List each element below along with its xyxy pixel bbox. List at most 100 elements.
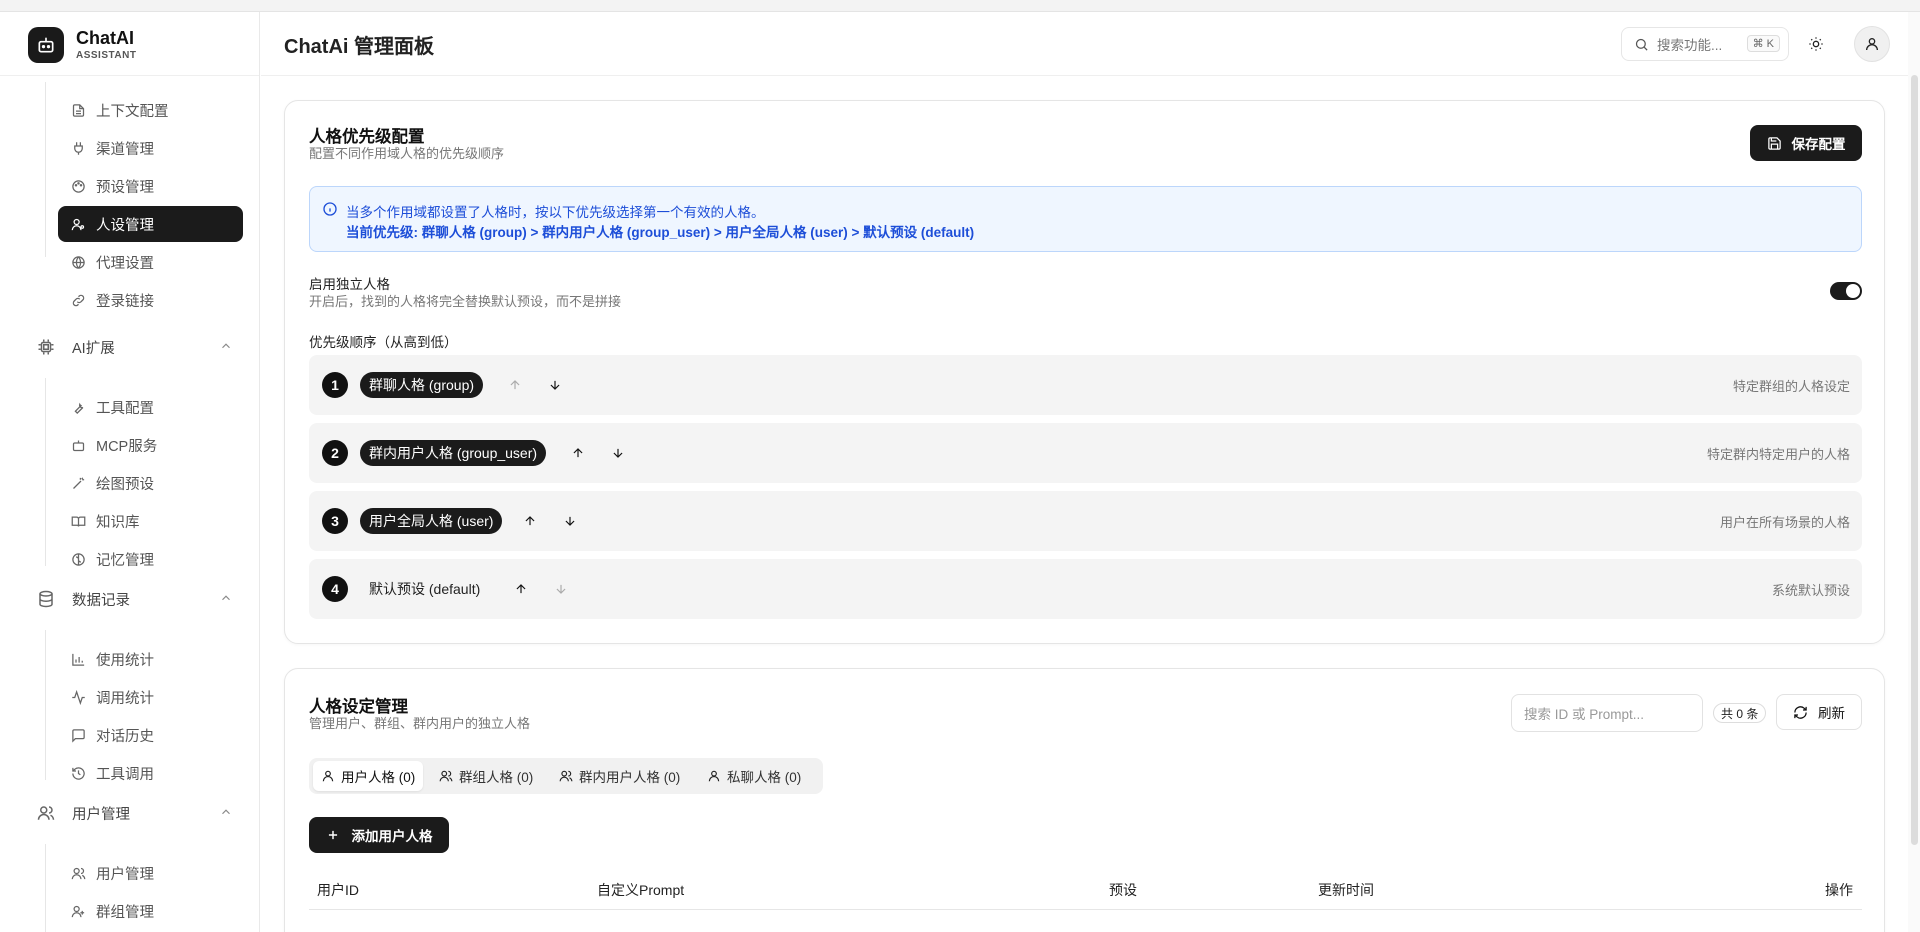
sidebar-item-label: 工具配置 bbox=[96, 400, 154, 417]
independent-persona-switch[interactable] bbox=[1830, 282, 1862, 300]
persona-search-input[interactable]: 搜索 ID 或 Prompt... bbox=[1511, 694, 1703, 732]
users-icon bbox=[559, 769, 573, 783]
tab-user-persona[interactable]: 用户人格 (0) bbox=[313, 761, 424, 791]
user-icon bbox=[321, 769, 335, 783]
bot-icon bbox=[70, 437, 86, 453]
card-description: 管理用户、群组、群内用户的独立人格 bbox=[309, 716, 531, 731]
arrow-down-icon bbox=[548, 378, 562, 392]
cpu-icon bbox=[30, 331, 62, 363]
search-placeholder: 搜索 ID 或 Prompt... bbox=[1524, 707, 1645, 722]
nav-guide-line bbox=[45, 82, 46, 257]
priority-hint: 特定群组的人格设定 bbox=[1732, 379, 1850, 394]
refresh-label: 刷新 bbox=[1818, 706, 1845, 721]
column-header-user-id: 用户ID bbox=[317, 882, 359, 898]
arrow-up-icon bbox=[514, 582, 528, 596]
users-icon bbox=[30, 797, 62, 829]
sidebar-item-context-config[interactable]: 上下文配置 bbox=[58, 92, 243, 128]
page-scrollbar-thumb[interactable] bbox=[1911, 75, 1918, 845]
move-up-button[interactable] bbox=[511, 579, 531, 599]
sidebar-group-label: 用户管理 bbox=[72, 806, 130, 823]
sidebar-item-groups[interactable]: 群组管理 bbox=[58, 893, 243, 929]
search-placeholder: 搜索功能... bbox=[1657, 38, 1723, 53]
priority-row: 3 用户全局人格 (user) 用户在所有场景的人格 bbox=[309, 491, 1862, 551]
sidebar-item-label: 人设管理 bbox=[96, 217, 154, 234]
sidebar-item-users[interactable]: 用户管理 bbox=[58, 855, 243, 891]
persona-tabs: 用户人格 (0) 群组人格 (0) 群内用户人格 (0) 私聊人格 (0) bbox=[309, 758, 823, 794]
column-header-actions: 操作 bbox=[1825, 882, 1853, 898]
nav-guide-line bbox=[45, 378, 46, 566]
move-down-button[interactable] bbox=[551, 579, 571, 599]
sidebar-item-tools[interactable]: 工具配置 bbox=[58, 389, 243, 425]
sidebar-item-memory[interactable]: 记忆管理 bbox=[58, 541, 243, 577]
sidebar-item-usage-stats[interactable]: 使用统计 bbox=[58, 641, 243, 677]
bar-chart-icon bbox=[70, 651, 86, 667]
sidebar-item-call-stats[interactable]: 调用统计 bbox=[58, 679, 243, 715]
save-icon bbox=[1767, 136, 1782, 151]
sidebar-item-persona[interactable]: 人设管理 bbox=[58, 206, 243, 242]
move-down-button[interactable] bbox=[560, 511, 580, 531]
user-avatar-button[interactable] bbox=[1854, 26, 1890, 62]
add-user-persona-button[interactable]: 添加用户人格 bbox=[309, 817, 449, 853]
column-header-updated: 更新时间 bbox=[1318, 882, 1374, 898]
tab-group-persona[interactable]: 群组人格 (0) bbox=[431, 761, 541, 791]
refresh-button[interactable]: 刷新 bbox=[1776, 694, 1862, 730]
sidebar-item-knowledge[interactable]: 知识库 bbox=[58, 503, 243, 539]
sidebar-item-chat-history[interactable]: 对话历史 bbox=[58, 717, 243, 753]
move-up-button[interactable] bbox=[568, 443, 588, 463]
palette-icon bbox=[70, 178, 86, 194]
info-icon bbox=[322, 201, 338, 220]
brand-name: ChatAI bbox=[76, 28, 134, 48]
sidebar-item-label: 渠道管理 bbox=[96, 141, 154, 158]
priority-scope-chip: 群聊人格 (group) bbox=[360, 372, 484, 398]
history-icon bbox=[70, 765, 86, 781]
sidebar: ChatAI ASSISTANT 上下文配置 渠道管理 预设管理 人设管理 代理… bbox=[0, 12, 260, 932]
save-config-button[interactable]: 保存配置 bbox=[1750, 125, 1862, 161]
sidebar-item-login-link[interactable]: 登录链接 bbox=[58, 282, 243, 318]
tab-label: 用户人格 (0) bbox=[341, 770, 416, 785]
sidebar-item-label: 对话历史 bbox=[96, 728, 154, 745]
user-persona-icon bbox=[70, 216, 86, 232]
priority-scope-chip: 用户全局人格 (user) bbox=[360, 508, 503, 534]
toggle-description: 开启后，找到的人格将完全替换默认预设，而不是拼接 bbox=[309, 294, 622, 309]
sidebar-item-mcp[interactable]: MCP服务 bbox=[58, 427, 243, 463]
sidebar-group-user-management[interactable]: 用户管理 bbox=[30, 795, 245, 831]
plus-icon bbox=[326, 828, 340, 842]
sidebar-item-label: 群组管理 bbox=[96, 904, 154, 921]
tab-private-persona[interactable]: 私聊人格 (0) bbox=[699, 761, 809, 791]
priority-number: 2 bbox=[322, 440, 348, 466]
users-icon bbox=[70, 865, 86, 881]
sidebar-group-ai-extension[interactable]: AI扩展 bbox=[30, 329, 245, 365]
move-up-button[interactable] bbox=[520, 511, 540, 531]
sidebar-item-label: 知识库 bbox=[96, 514, 140, 531]
arrow-up-icon bbox=[523, 514, 537, 528]
globe-icon bbox=[70, 254, 86, 270]
arrow-up-icon bbox=[571, 446, 585, 460]
sidebar-item-label: 上下文配置 bbox=[96, 103, 169, 120]
move-up-button[interactable] bbox=[505, 375, 525, 395]
chevron-up-icon bbox=[219, 591, 233, 609]
priority-scope-chip: 群内用户人格 (group_user) bbox=[360, 440, 547, 466]
sidebar-item-presets[interactable]: 预设管理 bbox=[58, 168, 243, 204]
top-header: ChatAi 管理面板 搜索功能... ⌘ K bbox=[261, 12, 1920, 76]
priority-hint: 系统默认预设 bbox=[1771, 583, 1850, 598]
priority-info-alert: 当多个作用域都设置了人格时，按以下优先级选择第一个有效的人格。 当前优先级: 群… bbox=[309, 186, 1862, 252]
sidebar-item-label: MCP服务 bbox=[96, 438, 158, 455]
move-down-button[interactable] bbox=[608, 443, 628, 463]
global-search-input[interactable]: 搜索功能... ⌘ K bbox=[1621, 27, 1789, 61]
info-line-1: 当多个作用域都设置了人格时，按以下优先级选择第一个有效的人格。 bbox=[346, 205, 765, 220]
sidebar-item-channels[interactable]: 渠道管理 bbox=[58, 130, 243, 166]
brand[interactable]: ChatAI ASSISTANT bbox=[28, 27, 136, 63]
sidebar-item-tool-calls[interactable]: 工具调用 bbox=[58, 755, 243, 791]
theme-toggle-button[interactable] bbox=[1799, 27, 1833, 61]
arrow-down-icon bbox=[611, 446, 625, 460]
arrow-down-icon bbox=[554, 582, 568, 596]
sidebar-group-data-records[interactable]: 数据记录 bbox=[30, 581, 245, 617]
chevron-up-icon bbox=[219, 805, 233, 823]
wrench-icon bbox=[70, 399, 86, 415]
sidebar-divider bbox=[0, 75, 259, 76]
sidebar-item-proxy[interactable]: 代理设置 bbox=[58, 244, 243, 280]
move-down-button[interactable] bbox=[545, 375, 565, 395]
sidebar-item-draw-presets[interactable]: 绘图预设 bbox=[58, 465, 243, 501]
tab-group-user-persona[interactable]: 群内用户人格 (0) bbox=[551, 761, 688, 791]
column-header-preset: 预设 bbox=[1109, 882, 1137, 898]
